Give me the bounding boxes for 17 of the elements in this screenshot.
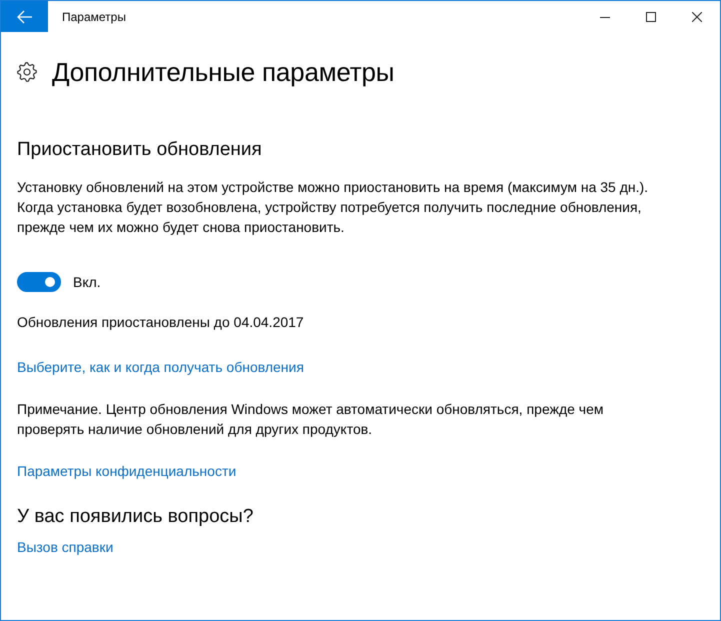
pause-status-text: Обновления приостановлены до 04.04.2017 [17,313,304,332]
page-title: Дополнительные параметры [52,56,394,89]
section-title: Приостановить обновления [17,138,262,162]
toggle-label: Вкл. [73,273,101,292]
note-text: Примечание. Центр обновления Windows может автоматически обновляться, прежде чем проверять наличие обновлений для других продуктов. [17,400,604,439]
update-options-link[interactable]: Выберите, как и когда получать обновления [17,357,304,377]
description-text: Установку обновлений на этом устройстве можно приостановить на время (максимум на 35 дн.). Когда установка будет возобновлена, устройству потребуется получить последние обновления, прежде чем их можно будет снова приостановить. [17,178,650,237]
back-arrow-icon [16,10,32,24]
help-title: У вас появились вопросы? [17,505,254,529]
window-title: Параметры [62,10,126,24]
privacy-settings-link[interactable]: Параметры конфиденциальности [17,461,236,481]
get-help-link[interactable]: Вызов справки [17,537,114,557]
close-icon [692,12,702,22]
toggle-switch[interactable] [17,272,61,292]
settings-gear-icon [17,62,37,82]
back-button[interactable] [1,1,48,32]
maximize-icon [646,12,656,22]
